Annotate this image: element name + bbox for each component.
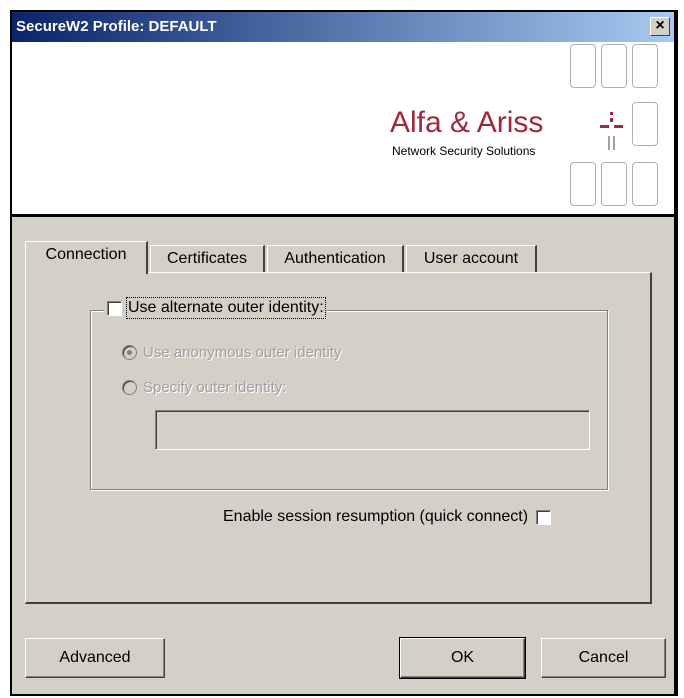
tab-authentication-label: Authentication <box>284 250 386 267</box>
radio-anonymous[interactable] <box>122 345 137 360</box>
tab-user-account-label: User account <box>423 250 519 267</box>
tab-certificates-label: Certificates <box>166 250 248 267</box>
brand-banner: Alfa & Ariss Network Security Solutions <box>12 42 674 217</box>
session-resumption-option[interactable]: Enable session resumption (quick connect… <box>223 508 552 526</box>
brand-tagline: Network Security Solutions <box>392 144 536 158</box>
logo-cell <box>632 162 658 206</box>
radio-specify-label[interactable]: Specify outer identity: <box>143 379 286 396</box>
logo-cell <box>632 44 658 88</box>
logo-grid <box>12 42 674 214</box>
title-bar[interactable]: SecureW2 Profile: DEFAULT × <box>12 12 674 42</box>
window-title: SecureW2 Profile: DEFAULT <box>16 18 217 35</box>
radio-anonymous-label[interactable]: Use anonymous outer identity <box>143 344 341 361</box>
brand-name: Alfa & Ariss <box>390 106 544 139</box>
tab-authentication[interactable]: Authentication <box>267 245 404 273</box>
outer-identity-input[interactable] <box>155 410 590 450</box>
logo-cell <box>601 162 627 206</box>
radio-specify[interactable] <box>122 380 137 395</box>
ok-button[interactable]: OK <box>399 637 526 679</box>
dialog-window: SecureW2 Profile: DEFAULT × Alfa & Ariss… <box>10 10 678 696</box>
tab-certificates[interactable]: Certificates <box>150 245 265 273</box>
tab-connection-label: Connection <box>45 246 127 263</box>
advanced-button[interactable]: Advanced <box>25 638 165 678</box>
radio-specify-option[interactable]: Specify outer identity: <box>122 379 286 396</box>
logo-cell <box>632 102 658 146</box>
radio-anonymous-option[interactable]: Use anonymous outer identity <box>122 344 341 361</box>
alternate-identity-checkbox[interactable] <box>107 300 122 316</box>
tab-user-account[interactable]: User account <box>406 245 537 273</box>
logo-cell <box>570 44 596 88</box>
alternate-identity-label[interactable]: Use alternate outer identity: <box>126 297 326 319</box>
close-button[interactable]: × <box>650 17 670 36</box>
tab-connection[interactable]: Connection <box>25 241 148 274</box>
alfa-ariss-logo-icon <box>600 112 623 150</box>
alternate-identity-option[interactable]: Use alternate outer identity: <box>104 297 327 319</box>
logo-cell <box>601 44 627 88</box>
cancel-button[interactable]: Cancel <box>541 638 666 678</box>
session-resumption-checkbox[interactable] <box>536 509 552 525</box>
logo-cell <box>570 162 596 206</box>
close-icon: × <box>655 17 665 34</box>
session-resumption-label[interactable]: Enable session resumption (quick connect… <box>223 508 528 526</box>
outer-identity-group <box>90 310 608 490</box>
